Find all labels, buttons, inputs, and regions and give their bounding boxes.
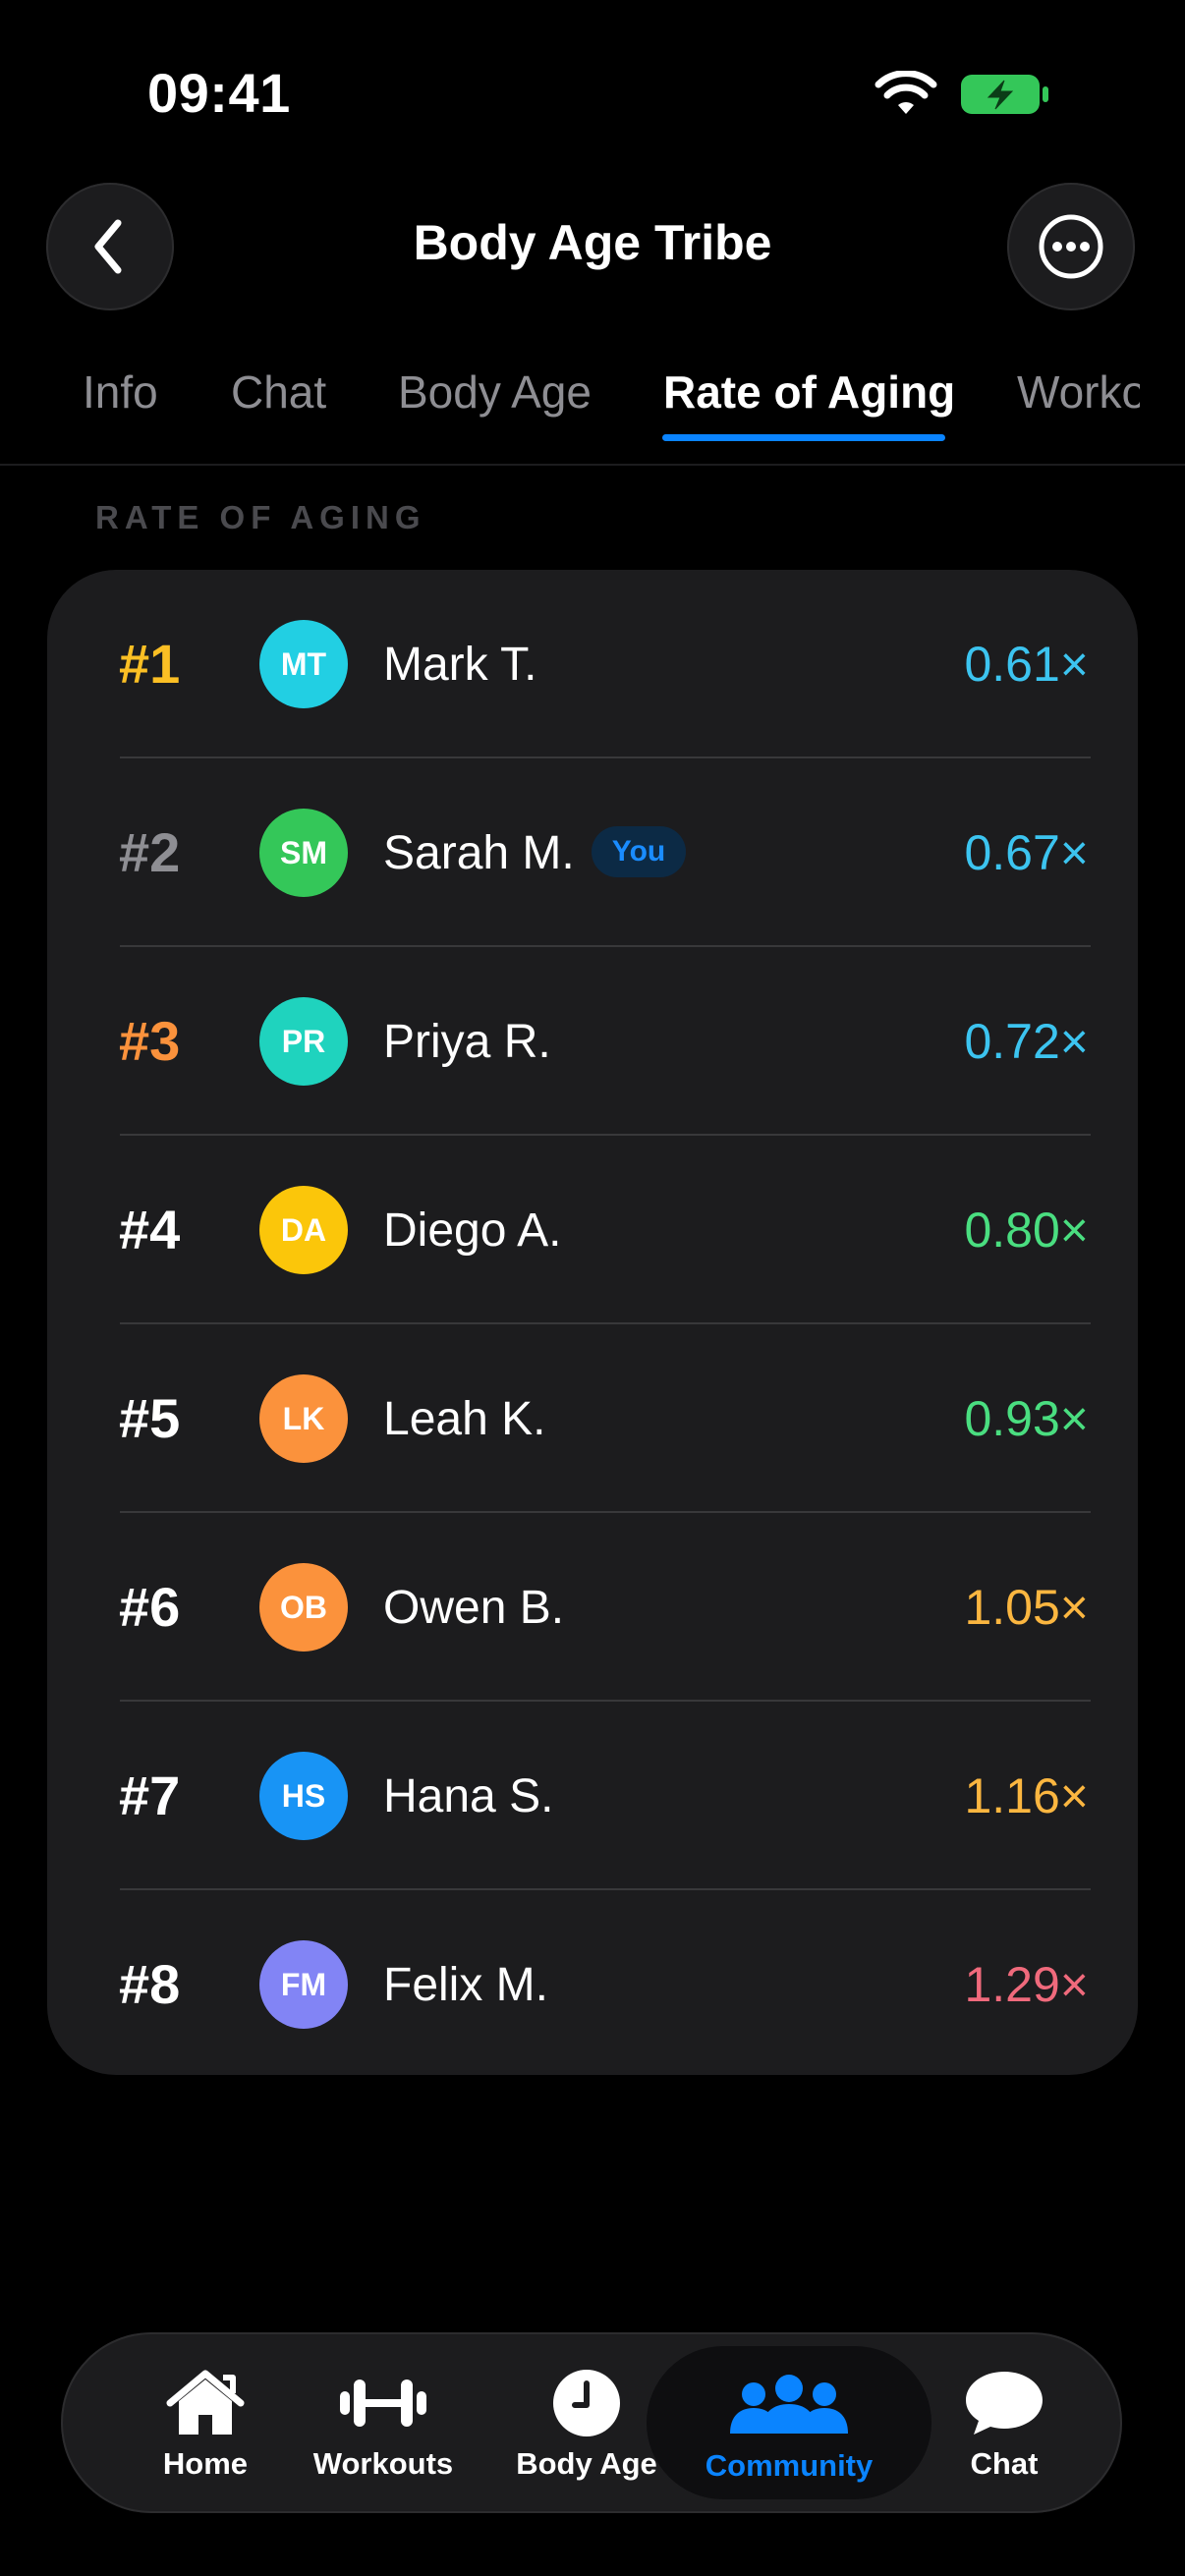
tab-bar-label: Chat <box>970 2446 1039 2481</box>
rank: #5 <box>119 1387 181 1449</box>
tab-bar-label: Body Age <box>516 2446 657 2481</box>
chevron-left-icon <box>94 219 122 274</box>
chat-bubble-icon <box>966 2372 1043 2435</box>
avatar: OB <box>259 1563 348 1652</box>
page-title: Body Age Tribe <box>413 215 772 270</box>
leaderboard-row[interactable]: #2 SM Sarah M. You 0.67× <box>47 758 1138 947</box>
member-name: Priya R. <box>383 1016 551 1068</box>
back-button[interactable] <box>46 183 174 310</box>
bottom-tab-bar: Home Workouts Body Age Community Chat <box>61 2332 1122 2513</box>
you-badge: You <box>592 826 686 877</box>
rank: #2 <box>119 821 181 883</box>
tab-bar-label: Community <box>705 2448 874 2483</box>
tab-bar-community[interactable]: Community <box>647 2346 931 2499</box>
rate-value: 1.29× <box>964 1957 1089 2012</box>
tab-rate-of-aging[interactable]: Rate of Aging <box>663 365 955 419</box>
tab-bar-chat[interactable]: Chat <box>945 2332 1063 2513</box>
tab-body-age[interactable]: Body Age <box>398 365 592 419</box>
rate-value: 0.72× <box>964 1014 1089 1069</box>
member-name: Sarah M. <box>383 827 575 879</box>
member-name: Hana S. <box>383 1770 554 1822</box>
member-name: Owen B. <box>383 1582 565 1634</box>
avatar: DA <box>259 1186 348 1274</box>
wifi-icon <box>875 71 937 114</box>
rank: #3 <box>119 1010 181 1072</box>
rate-value: 0.93× <box>964 1391 1089 1446</box>
member-name: Mark T. <box>383 639 537 691</box>
rate-value: 0.80× <box>964 1203 1089 1258</box>
rank: #1 <box>119 633 181 695</box>
leaderboard-card: #1 MT Mark T. 0.61× #2 SM Sarah M. You 0… <box>47 570 1138 2075</box>
divider <box>0 464 1185 466</box>
tab-info[interactable]: Info <box>83 365 158 419</box>
avatar: FM <box>259 1940 348 2029</box>
clock-icon <box>553 2370 620 2436</box>
status-time: 09:41 <box>147 62 291 124</box>
rate-value: 1.16× <box>964 1768 1089 1823</box>
rate-value: 0.67× <box>964 825 1089 880</box>
rank: #8 <box>119 1953 181 2015</box>
leaderboard-row[interactable]: #5 LK Leah K. 0.93× <box>47 1324 1138 1513</box>
leaderboard-row[interactable]: #4 DA Diego A. 0.80× <box>47 1136 1138 1324</box>
battery-charging-icon <box>961 75 1048 114</box>
member-name: Leah K. <box>383 1393 546 1445</box>
house-icon <box>166 2370 245 2435</box>
tab-workouts[interactable]: Workouts <box>1017 365 1140 419</box>
ellipsis-circle-icon <box>1039 214 1103 279</box>
avatar: HS <box>259 1752 348 1840</box>
avatar: MT <box>259 620 348 708</box>
section-label: RATE OF AGING <box>95 499 426 535</box>
member-name: Diego A. <box>383 1204 562 1257</box>
tab-bar-home[interactable]: Home <box>132 2332 279 2513</box>
member-name: Felix M. <box>383 1959 548 2011</box>
leaderboard-row[interactable]: #6 OB Owen B. 1.05× <box>47 1513 1138 1702</box>
more-options-button[interactable] <box>1007 183 1135 310</box>
status-bar: 09:41 <box>0 0 1185 187</box>
rank: #7 <box>119 1764 181 1826</box>
tab-bar-label: Workouts <box>312 2446 454 2481</box>
rank: #4 <box>119 1199 181 1260</box>
leaderboard-row[interactable]: #8 FM Felix M. 1.29× <box>47 1890 1138 2079</box>
leaderboard-row[interactable]: #7 HS Hana S. 1.16× <box>47 1702 1138 1890</box>
rate-value: 1.05× <box>964 1580 1089 1635</box>
avatar: SM <box>259 809 348 897</box>
tab-bar-workouts[interactable]: Workouts <box>300 2332 467 2513</box>
leaderboard-row[interactable]: #3 PR Priya R. 0.72× <box>47 947 1138 1136</box>
leaderboard-row[interactable]: #1 MT Mark T. 0.61× <box>47 570 1138 758</box>
segment-tabs: Info Chat Body Age Rate of Aging Workout… <box>0 354 1140 464</box>
rank: #6 <box>119 1576 181 1638</box>
avatar: LK <box>259 1374 348 1463</box>
dumbbell-icon <box>340 2380 426 2427</box>
people-icon <box>730 2375 848 2434</box>
active-tab-indicator <box>662 434 945 441</box>
rate-value: 0.61× <box>964 637 1089 692</box>
tab-bar-label: Home <box>162 2446 249 2481</box>
avatar: PR <box>259 997 348 1086</box>
tab-chat[interactable]: Chat <box>231 365 326 419</box>
